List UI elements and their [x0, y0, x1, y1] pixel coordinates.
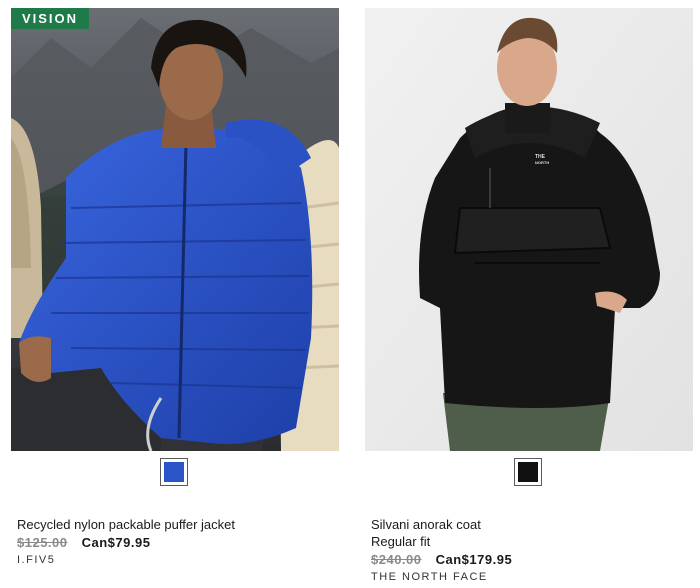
price-row: $125.00 Can$79.95 — [17, 534, 337, 552]
swatch-fill — [518, 462, 538, 482]
product-info: Silvani anorak coat Regular fit $240.00 … — [371, 516, 691, 583]
anorak-coat-photo: THE NORTH — [365, 8, 693, 451]
brand-name[interactable]: I.FIV5 — [17, 554, 337, 566]
product-image[interactable]: VISION — [11, 8, 339, 451]
brand-name[interactable]: THE NORTH FACE — [371, 571, 691, 583]
sale-price: Can$179.95 — [435, 552, 513, 567]
product-fit: Regular fit — [371, 534, 431, 549]
product-info: Recycled nylon packable puffer jacket $1… — [17, 516, 337, 566]
puffer-jacket-photo — [11, 8, 339, 451]
product-title[interactable]: Recycled nylon packable puffer jacket — [17, 516, 337, 533]
product-title[interactable]: Silvani anorak coat — [371, 516, 691, 533]
swatch-fill — [164, 462, 184, 482]
svg-text:NORTH: NORTH — [535, 160, 549, 165]
color-swatch-blue[interactable] — [160, 458, 188, 486]
brand-badge: VISION — [11, 8, 89, 29]
sale-price: Can$79.95 — [81, 535, 151, 550]
price-row: $240.00 Can$179.95 — [371, 551, 691, 569]
original-price: $125.00 — [17, 535, 68, 550]
color-swatch-black[interactable] — [514, 458, 542, 486]
original-price: $240.00 — [371, 552, 422, 567]
product-image[interactable]: THE NORTH — [365, 8, 693, 451]
